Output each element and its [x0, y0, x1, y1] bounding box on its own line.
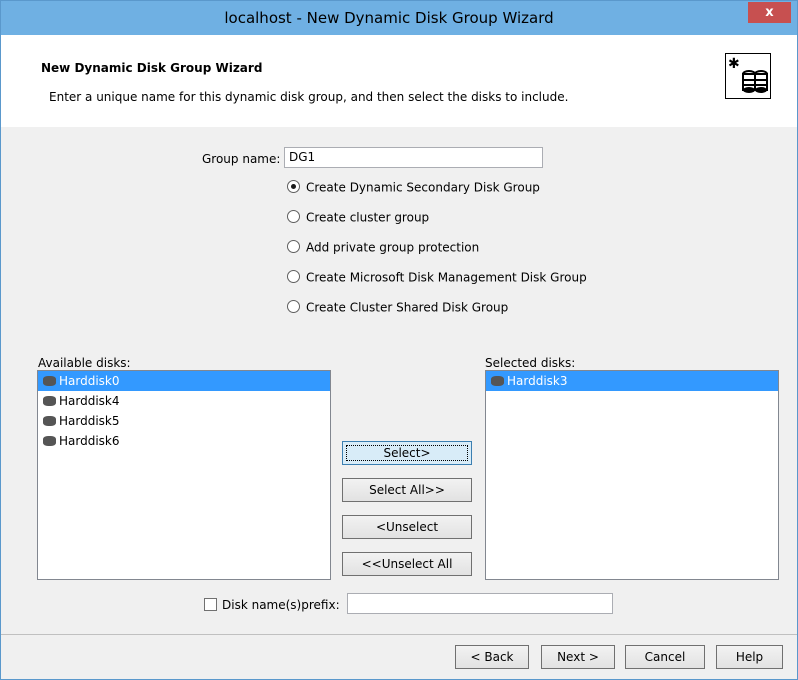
disk-group-icon: ✱	[725, 53, 771, 99]
disk-icon	[43, 375, 56, 386]
radio-button[interactable]	[287, 240, 300, 253]
selected-disks-list[interactable]: Harddisk3	[485, 370, 779, 580]
disk-name: Harddisk6	[59, 434, 120, 448]
radio-label: Create Microsoft Disk Management Disk Gr…	[306, 270, 587, 285]
radio-button[interactable]	[287, 210, 300, 223]
radio-label: Create Cluster Shared Disk Group	[306, 300, 509, 315]
unselect-all-button[interactable]: <<Unselect All	[342, 552, 472, 576]
list-item[interactable]: Harddisk0	[38, 371, 330, 391]
disk-name: Harddisk0	[59, 374, 120, 388]
disk-name: Harddisk4	[59, 394, 120, 408]
disk-name: Harddisk3	[507, 374, 568, 388]
help-button[interactable]: Help	[716, 645, 783, 669]
wizard-window: localhost - New Dynamic Disk Group Wizar…	[0, 0, 798, 680]
select-all-button[interactable]: Select All>>	[342, 478, 472, 502]
cancel-button[interactable]: Cancel	[625, 645, 705, 669]
radio-button-checked[interactable]	[287, 180, 300, 193]
wizard-header: New Dynamic Disk Group Wizard Enter a un…	[1, 35, 797, 127]
select-button[interactable]: Select>	[342, 441, 472, 465]
available-disks-label: Available disks:	[38, 356, 131, 370]
prefix-label: Disk name(s)prefix:	[222, 598, 340, 612]
disk-icon	[43, 415, 56, 426]
disk-icon	[491, 375, 504, 386]
list-item[interactable]: Harddisk4	[38, 391, 330, 411]
radio-button[interactable]	[287, 300, 300, 313]
svg-text:✱: ✱	[728, 56, 740, 72]
group-name-input[interactable]: DG1	[284, 147, 543, 168]
radio-label: Add private group protection	[306, 240, 480, 255]
disk-name: Harddisk5	[59, 414, 120, 428]
selected-disks-label: Selected disks:	[485, 356, 576, 370]
unselect-button[interactable]: <Unselect	[342, 515, 472, 539]
radio-cluster-group[interactable]: Create cluster group	[287, 208, 429, 226]
header-title: New Dynamic Disk Group Wizard	[41, 61, 263, 75]
list-item[interactable]: Harddisk5	[38, 411, 330, 431]
radio-private-protection[interactable]: Add private group protection	[287, 238, 479, 256]
back-button[interactable]: < Back	[455, 645, 529, 669]
prefix-checkbox[interactable]	[204, 598, 217, 611]
disk-icon	[43, 435, 56, 446]
header-description: Enter a unique name for this dynamic dis…	[49, 90, 569, 104]
group-name-label: Group name:	[202, 152, 281, 166]
prefix-input[interactable]	[347, 593, 613, 614]
radio-cluster-shared[interactable]: Create Cluster Shared Disk Group	[287, 298, 508, 316]
list-item[interactable]: Harddisk6	[38, 431, 330, 451]
radio-dynamic-secondary[interactable]: Create Dynamic Secondary Disk Group	[287, 178, 540, 196]
footer-divider	[1, 634, 797, 635]
radio-label: Create cluster group	[306, 210, 430, 225]
window-title: localhost - New Dynamic Disk Group Wizar…	[224, 9, 554, 27]
radio-ms-disk-management[interactable]: Create Microsoft Disk Management Disk Gr…	[287, 268, 587, 286]
radio-button[interactable]	[287, 270, 300, 283]
available-disks-list[interactable]: Harddisk0 Harddisk4 Harddisk5 Harddisk6	[37, 370, 331, 580]
title-bar[interactable]: localhost - New Dynamic Disk Group Wizar…	[1, 1, 797, 35]
close-button[interactable]: x	[748, 2, 791, 23]
list-item[interactable]: Harddisk3	[486, 371, 778, 391]
radio-label: Create Dynamic Secondary Disk Group	[306, 180, 540, 195]
disk-icon	[43, 395, 56, 406]
next-button[interactable]: Next >	[541, 645, 615, 669]
